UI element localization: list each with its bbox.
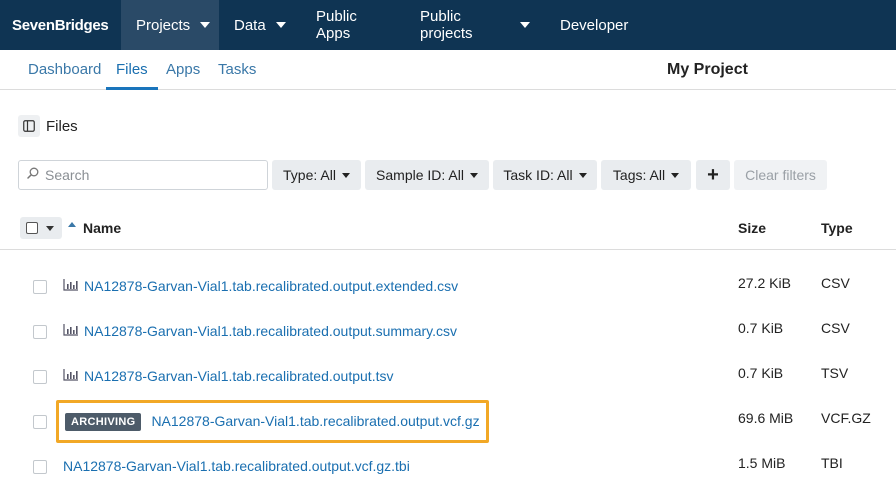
tags-filter-label: Tags: All — [612, 167, 666, 183]
file-size: 0.7 KiB — [738, 320, 784, 336]
nav-public-apps-label: Public Apps — [316, 8, 357, 42]
files-header: Files — [18, 114, 78, 138]
file-size: 0.7 KiB — [738, 365, 784, 381]
sample-id-filter-button[interactable]: Sample ID: All — [365, 160, 489, 190]
chevron-down-icon — [200, 22, 211, 28]
highlight-outline — [56, 400, 489, 443]
sidebar-panel-icon[interactable] — [18, 115, 40, 137]
file-name[interactable]: NA12878-Garvan-Vial1.tab.recalibrated.ou… — [84, 309, 457, 354]
file-type: CSV — [821, 320, 850, 336]
column-header-name[interactable]: Name — [83, 208, 121, 250]
search-input[interactable] — [45, 167, 245, 183]
file-name[interactable]: NA12878-Garvan-Vial1.tab.recalibrated.ou… — [84, 354, 393, 399]
file-type: TBI — [821, 455, 843, 471]
plus-icon: + — [707, 163, 719, 186]
file-size: 69.6 MiB — [738, 410, 794, 426]
file-name-link[interactable]: NA12878-Garvan-Vial1.tab.recalibrated.ou… — [63, 444, 410, 488]
type-filter-label: Type: All — [283, 167, 336, 183]
nav-data[interactable]: Data — [219, 0, 301, 50]
chevron-down-icon[interactable] — [46, 225, 54, 231]
clear-filters-button[interactable]: Clear filters — [734, 160, 827, 190]
row-checkbox[interactable] — [33, 280, 47, 294]
file-name-link[interactable]: NA12878-Garvan-Vial1.tab.recalibrated.ou… — [63, 264, 458, 309]
project-title: My Project — [667, 61, 748, 78]
chevron-down-icon — [578, 172, 587, 178]
chevron-down-icon — [341, 172, 350, 178]
file-name[interactable]: NA12878-Garvan-Vial1.tab.recalibrated.ou… — [63, 444, 410, 488]
nav-developer-label: Developer — [560, 16, 629, 34]
file-type: CSV — [821, 275, 850, 291]
row-checkbox[interactable] — [33, 460, 47, 474]
nav-public-projects-label: Public projects — [420, 8, 473, 42]
nav-public-projects[interactable]: Public projects — [405, 0, 545, 50]
table-row[interactable]: NA12878-Garvan-Vial1.tab.recalibrated.ou… — [0, 264, 896, 309]
files-title: Files — [46, 117, 78, 135]
add-filter-button[interactable]: + — [696, 160, 730, 190]
row-checkbox[interactable] — [33, 415, 47, 429]
tab-apps[interactable]: Apps — [166, 50, 200, 90]
file-name-link[interactable]: NA12878-Garvan-Vial1.tab.recalibrated.ou… — [63, 354, 393, 399]
nav-projects[interactable]: Projects — [121, 0, 219, 50]
bar-chart-icon — [63, 309, 78, 354]
type-filter-button[interactable]: Type: All — [272, 160, 361, 190]
column-header-type[interactable]: Type — [821, 208, 853, 250]
tab-dashboard[interactable]: Dashboard — [28, 50, 101, 90]
chevron-down-icon — [469, 172, 478, 178]
search-icon — [27, 166, 39, 184]
tags-filter-button[interactable]: Tags: All — [601, 160, 691, 190]
table-row[interactable]: NA12878-Garvan-Vial1.tab.recalibrated.ou… — [0, 354, 896, 399]
column-header-size[interactable]: Size — [738, 208, 766, 250]
nav-developer[interactable]: Developer — [545, 0, 645, 50]
clear-filters-label: Clear filters — [745, 167, 816, 183]
tab-files[interactable]: Files — [106, 50, 158, 90]
tab-tasks[interactable]: Tasks — [218, 50, 256, 90]
chevron-down-icon — [671, 172, 680, 178]
chevron-down-icon — [520, 22, 530, 28]
file-name-link[interactable]: NA12878-Garvan-Vial1.tab.recalibrated.ou… — [63, 309, 457, 354]
file-name[interactable]: NA12878-Garvan-Vial1.tab.recalibrated.ou… — [84, 264, 458, 309]
bar-chart-icon — [63, 264, 78, 309]
file-size: 27.2 KiB — [738, 275, 791, 291]
bar-chart-icon — [63, 354, 78, 399]
table-header: Name Size Type — [0, 208, 896, 250]
nav-public-apps[interactable]: Public Apps — [301, 0, 405, 50]
project-subnav: Dashboard Files Apps Tasks My Project — [0, 50, 896, 90]
file-size: 1.5 MiB — [738, 455, 786, 471]
task-id-filter-button[interactable]: Task ID: All — [493, 160, 597, 190]
file-type: VCF.GZ — [821, 410, 871, 426]
sort-ascending-icon[interactable] — [68, 222, 76, 227]
row-checkbox[interactable] — [33, 370, 47, 384]
nav-projects-label: Projects — [136, 16, 191, 34]
table-row[interactable]: NA12878-Garvan-Vial1.tab.recalibrated.ou… — [0, 309, 896, 354]
sample-id-filter-label: Sample ID: All — [376, 167, 464, 183]
row-checkbox[interactable] — [33, 325, 47, 339]
chevron-down-icon — [275, 22, 286, 28]
table-row[interactable]: NA12878-Garvan-Vial1.tab.recalibrated.ou… — [0, 444, 896, 488]
search-box[interactable] — [18, 160, 268, 190]
file-type: TSV — [821, 365, 849, 381]
nav-data-label: Data — [234, 16, 266, 34]
select-all-dropdown[interactable] — [20, 217, 62, 239]
task-id-filter-label: Task ID: All — [503, 167, 573, 183]
top-navigation: SevenBridges Projects Data Public Apps P… — [0, 0, 896, 50]
select-all-checkbox[interactable] — [26, 222, 38, 234]
brand-logo[interactable]: SevenBridges — [0, 0, 121, 50]
